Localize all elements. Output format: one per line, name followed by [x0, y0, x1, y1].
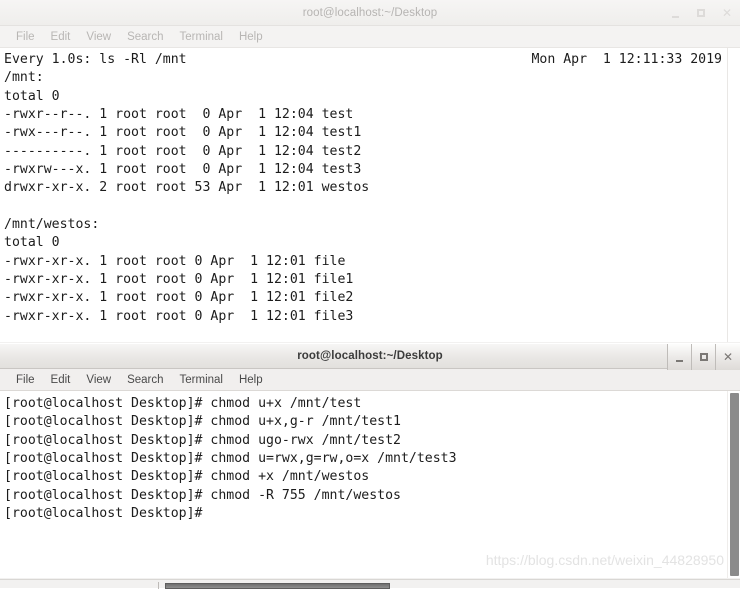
minimize-button[interactable]: [662, 0, 688, 26]
menu-edit[interactable]: Edit: [43, 31, 79, 43]
scrollbar-shell[interactable]: [727, 391, 740, 578]
close-icon: ✕: [722, 350, 734, 364]
desktop-panel[interactable]: [0, 579, 740, 589]
minimize-icon: [671, 15, 679, 18]
menu-file[interactable]: File: [8, 374, 43, 386]
menu-view[interactable]: View: [78, 374, 119, 386]
terminal-output-shell[interactable]: [root@localhost Desktop]# chmod u+x /mnt…: [0, 391, 740, 578]
window-controls[interactable]: ✕: [667, 344, 740, 370]
terminal-window-watch[interactable]: root@localhost:~/Desktop ✕ File Edit Vie…: [0, 0, 740, 343]
maximize-icon: [697, 9, 705, 17]
close-button[interactable]: ✕: [714, 0, 740, 26]
menu-edit[interactable]: Edit: [43, 374, 79, 386]
maximize-icon: [699, 353, 708, 361]
menubar-watch[interactable]: File Edit View Search Terminal Help: [0, 26, 740, 48]
menu-view[interactable]: View: [78, 31, 119, 43]
scrollbar-thumb[interactable]: [730, 393, 739, 576]
menu-terminal[interactable]: Terminal: [172, 31, 231, 43]
window-title: root@localhost:~/Desktop: [297, 350, 443, 362]
watch-listing: /mnt: total 0 -rwxr--r--. 1 root root 0 …: [4, 70, 370, 324]
minimize-icon: [676, 359, 683, 362]
csdn-watermark: https://blog.csdn.net/weixin_44828950: [485, 552, 724, 568]
panel-task-button[interactable]: [165, 583, 390, 589]
maximize-button[interactable]: [692, 344, 716, 370]
close-button[interactable]: ✕: [716, 344, 740, 370]
window-controls[interactable]: ✕: [662, 0, 740, 26]
maximize-button[interactable]: [688, 0, 714, 26]
shell-session: [root@localhost Desktop]# chmod u+x /mnt…: [4, 396, 457, 522]
menu-help[interactable]: Help: [231, 31, 271, 43]
menu-search[interactable]: Search: [119, 374, 171, 386]
watch-datetime: Mon Apr 1 12:11:33 2019: [531, 52, 722, 67]
minimize-button[interactable]: [668, 344, 692, 370]
scrollbar-thumb[interactable]: [730, 48, 738, 342]
scrollbar-watch[interactable]: [727, 48, 740, 342]
titlebar-watch[interactable]: root@localhost:~/Desktop ✕: [0, 0, 740, 26]
terminal-window-shell[interactable]: root@localhost:~/Desktop ✕ File Edit Vie…: [0, 343, 740, 579]
close-icon: ✕: [721, 6, 733, 20]
titlebar-shell[interactable]: root@localhost:~/Desktop ✕: [0, 343, 740, 370]
terminal-output-watch[interactable]: Every 1.0s: ls -Rl /mnt Mon Apr 1 12:11:…: [0, 48, 740, 342]
menu-terminal[interactable]: Terminal: [172, 374, 231, 386]
window-title: root@localhost:~/Desktop: [302, 6, 438, 19]
menu-search[interactable]: Search: [119, 31, 171, 43]
menu-help[interactable]: Help: [231, 374, 271, 386]
desktop: root@localhost:~/Desktop ✕ File Edit Vie…: [0, 0, 740, 589]
menubar-shell[interactable]: File Edit View Search Terminal Help: [0, 369, 740, 391]
menu-file[interactable]: File: [8, 31, 43, 43]
